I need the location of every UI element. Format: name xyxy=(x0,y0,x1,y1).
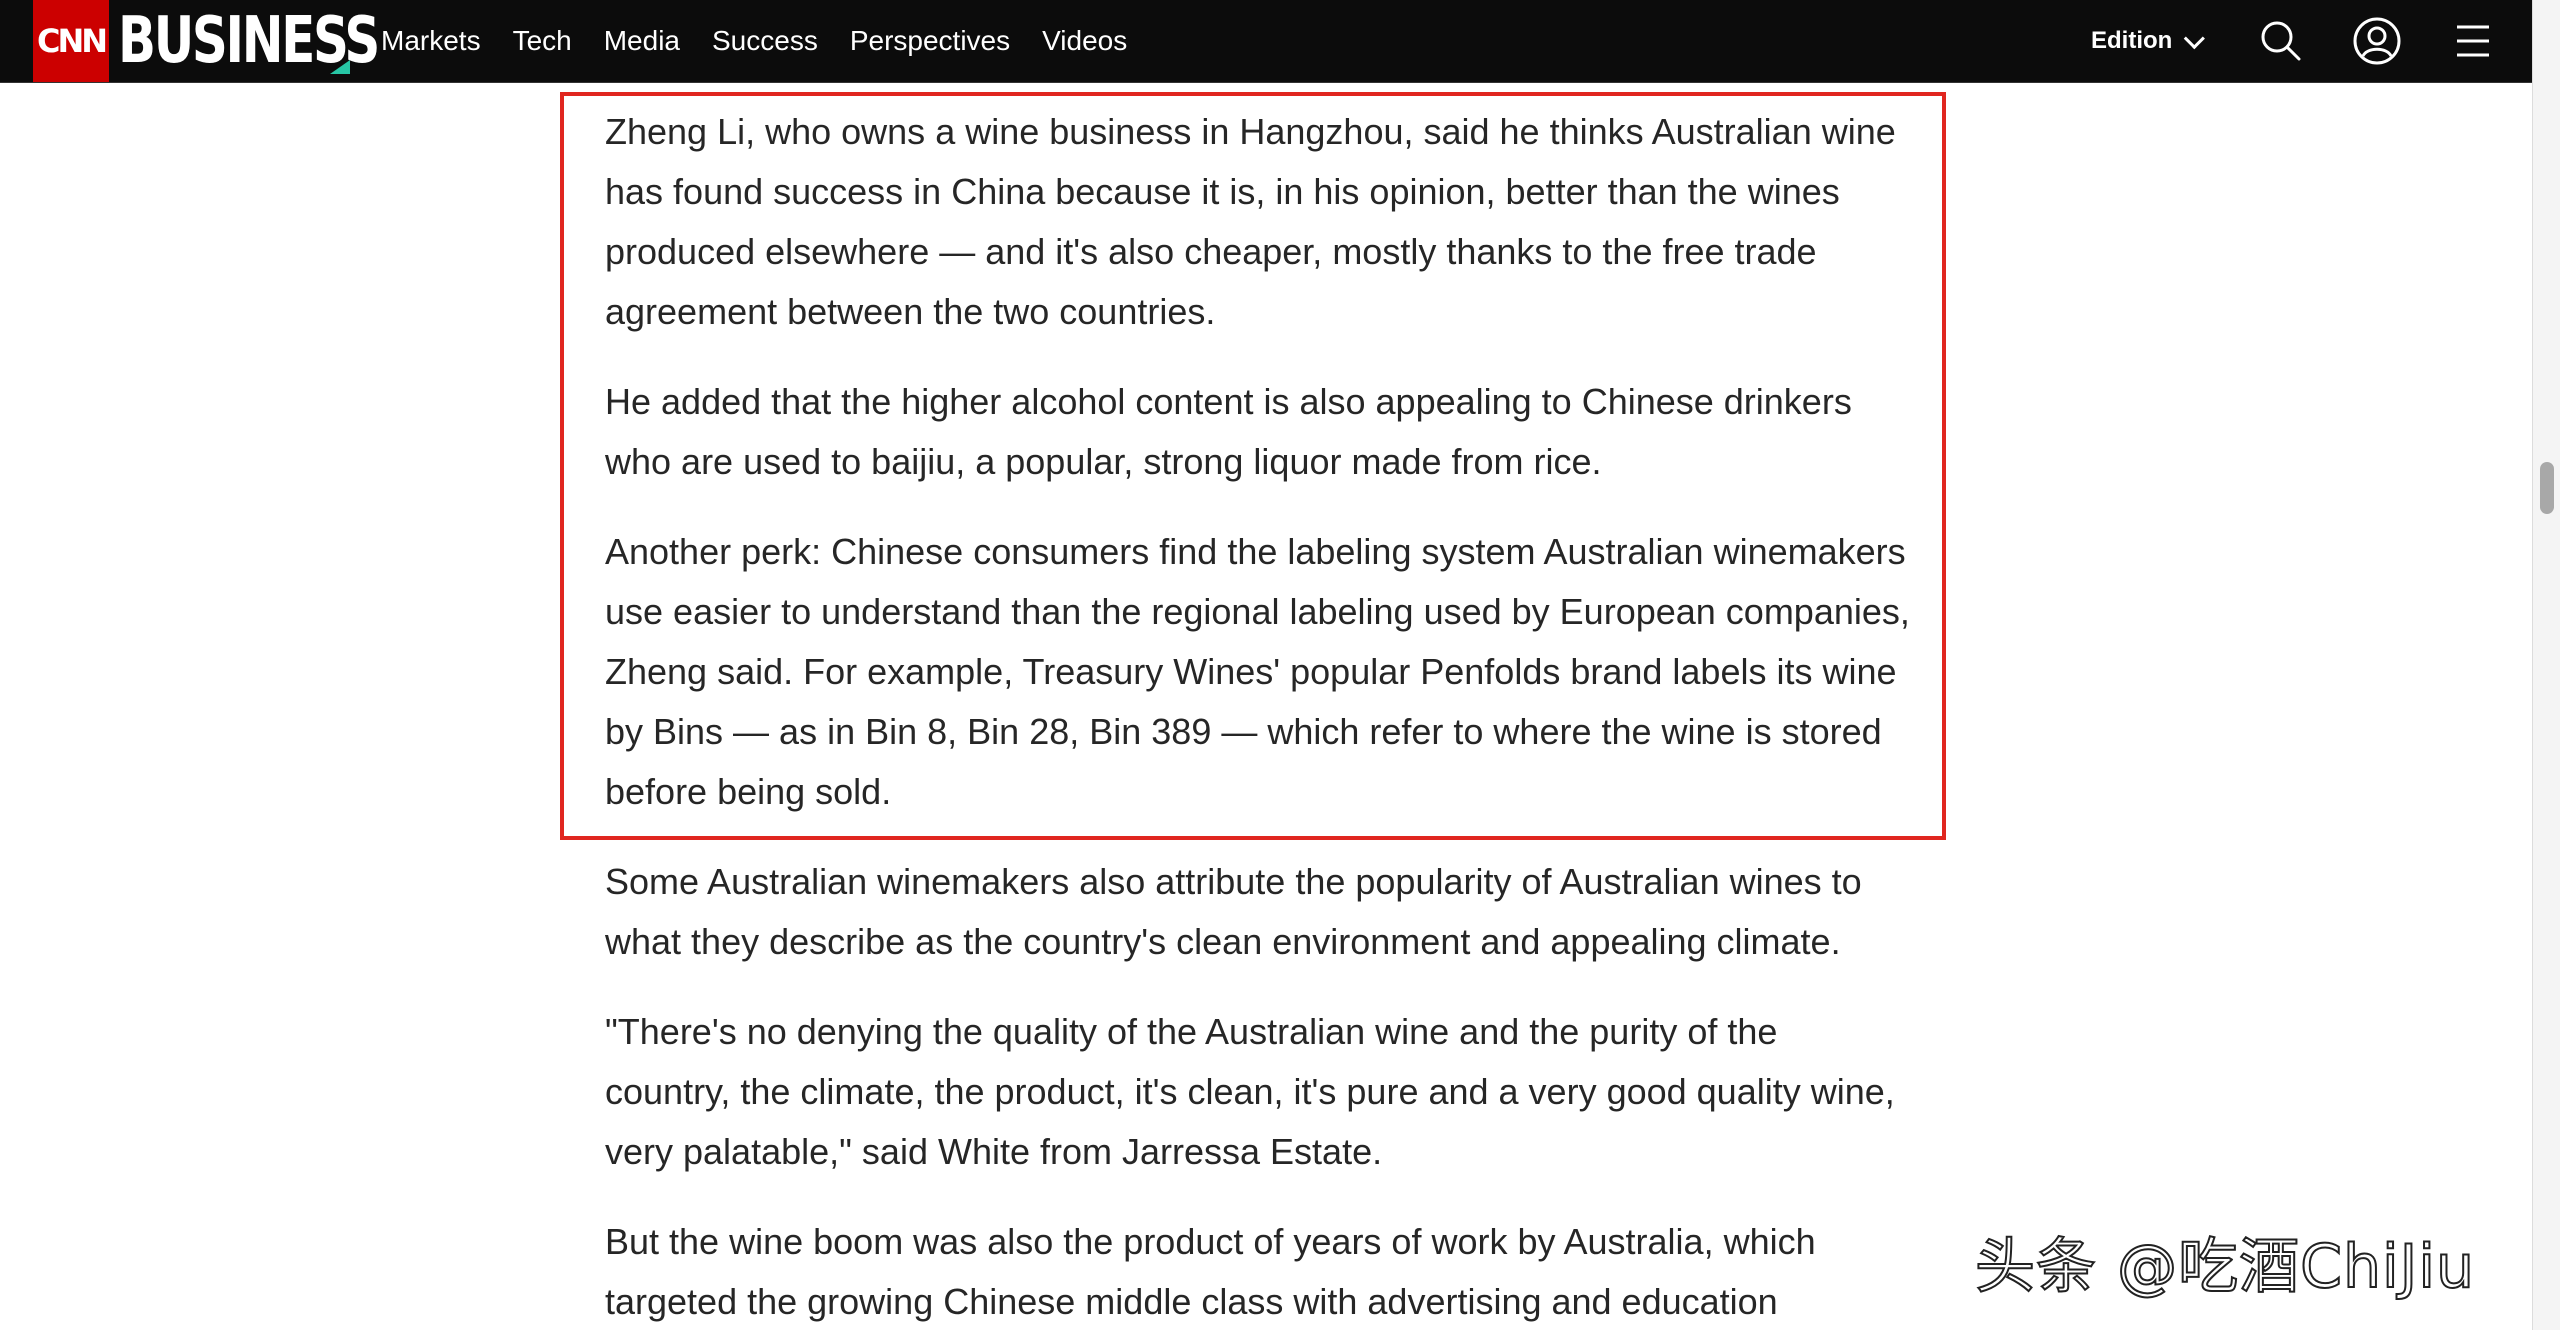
text-line: what they describe as the country's clea… xyxy=(605,921,1841,962)
cnn-logo-text: CNN xyxy=(36,22,108,60)
hamburger-menu-icon[interactable] xyxy=(2449,17,2497,65)
text-line: very palatable," said White from Jarress… xyxy=(605,1131,1383,1172)
paragraph-environment: Some Australian winemakers also attribut… xyxy=(605,852,1935,972)
user-account-icon[interactable] xyxy=(2353,17,2401,65)
text-line: Zheng Li, who owns a wine business in Ha… xyxy=(605,111,1896,152)
text-line: targeted the growing Chinese middle clas… xyxy=(605,1281,1778,1322)
nav-media[interactable]: Media xyxy=(604,25,680,57)
text-line: by Bins — as in Bin 8, Bin 28, Bin 389 —… xyxy=(605,711,1882,752)
text-line: Some Australian winemakers also attribut… xyxy=(605,861,1862,902)
watermark-logo: 头条 @吃酒ChiJiu xyxy=(1974,1231,2476,1303)
text-line: before being sold. xyxy=(605,771,892,812)
article-body: Zheng Li, who owns a wine business in Ha… xyxy=(605,102,1935,1330)
text-line: country, the climate, the product, it's … xyxy=(605,1071,1895,1112)
paragraph-zheng-li: Zheng Li, who owns a wine business in Ha… xyxy=(605,102,1935,342)
chevron-down-icon xyxy=(2184,27,2206,49)
text-line: Another perk: Chinese consumers find the… xyxy=(605,531,1906,572)
text-line: who are used to baijiu, a popular, stron… xyxy=(605,441,1602,482)
text-line: produced elsewhere — and it's also cheap… xyxy=(605,231,1817,272)
paragraph-labeling: Another perk: Chinese consumers find the… xyxy=(605,522,1935,822)
text-line: has found success in China because it is… xyxy=(605,171,1840,212)
edition-label: Edition xyxy=(2091,27,2173,54)
nav-videos[interactable]: Videos xyxy=(1042,25,1127,57)
vertical-scrollbar[interactable] xyxy=(2532,0,2560,1330)
text-line: He added that the higher alcohol content… xyxy=(605,381,1852,422)
text-line: agreement between the two countries. xyxy=(605,291,1216,332)
paragraph-quote-white: "There's no denying the quality of the A… xyxy=(605,1002,1935,1182)
browser-window: CNN BUSINESS Markets Tech Media Success … xyxy=(0,0,2532,1330)
scrollbar-thumb[interactable] xyxy=(2540,462,2554,514)
nav-success[interactable]: Success xyxy=(712,25,818,57)
paragraph-wine-boom: But the wine boom was also the product o… xyxy=(605,1212,1935,1330)
edition-selector[interactable]: Edition xyxy=(2091,0,2206,82)
cnn-logo[interactable]: CNN xyxy=(33,0,109,82)
text-line: But the wine boom was also the product o… xyxy=(605,1221,1816,1262)
top-navigation-bar: CNN BUSINESS Markets Tech Media Success … xyxy=(0,0,2532,83)
text-line: use easier to understand than the region… xyxy=(605,591,1910,632)
nav-tech[interactable]: Tech xyxy=(513,25,572,57)
nav-perspectives[interactable]: Perspectives xyxy=(850,25,1010,57)
text-line: Zheng said. For example, Treasury Wines'… xyxy=(605,651,1897,692)
nav-markets[interactable]: Markets xyxy=(381,25,481,57)
paragraph-alcohol-content: He added that the higher alcohol content… xyxy=(605,372,1935,492)
text-line: "There's no denying the quality of the A… xyxy=(605,1011,1778,1052)
search-icon[interactable] xyxy=(2257,17,2305,65)
section-nav: Markets Tech Media Success Perspectives … xyxy=(381,0,1159,82)
logo-accent-triangle xyxy=(330,60,350,74)
